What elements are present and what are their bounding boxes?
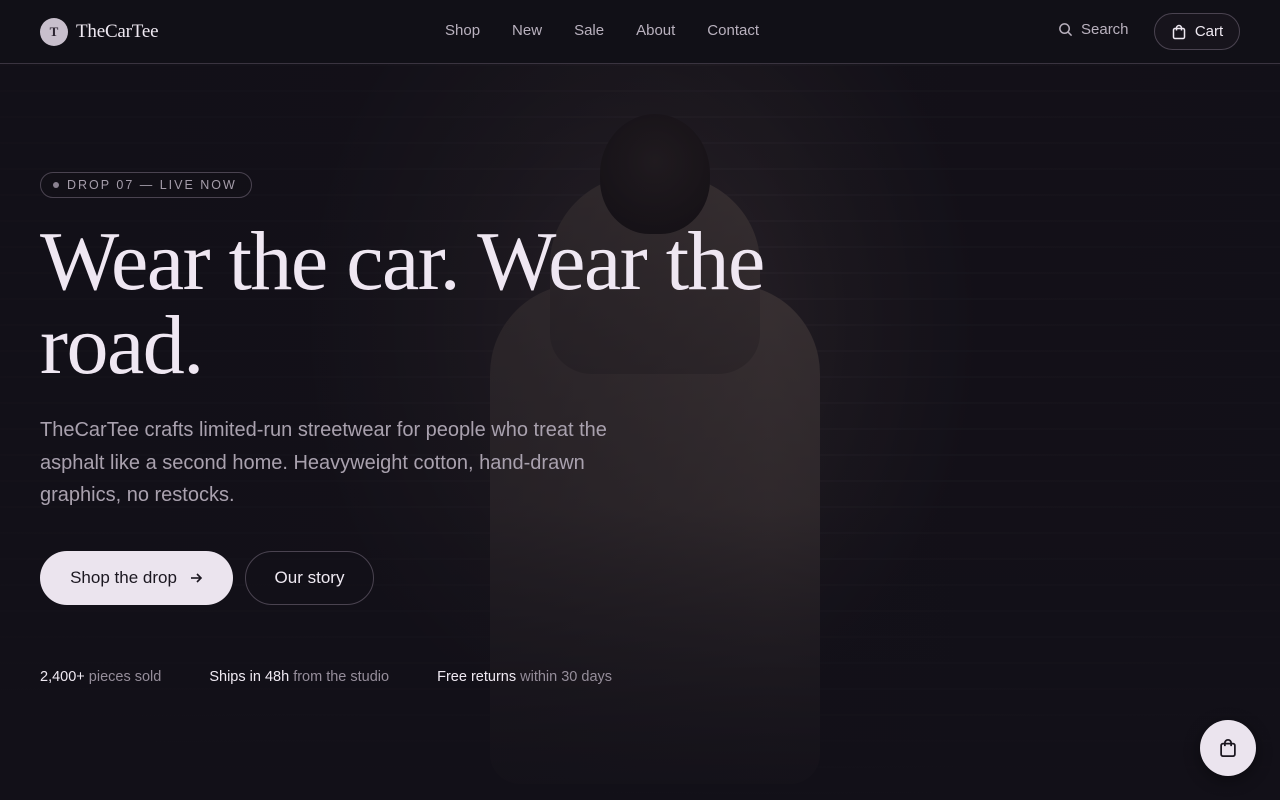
nav-item-new[interactable]: New bbox=[512, 22, 542, 39]
search-label: Search bbox=[1081, 21, 1129, 38]
nav-item-sale[interactable]: Sale bbox=[574, 22, 604, 39]
shopping-bag-icon bbox=[1172, 24, 1186, 39]
stat-shipping: Ships in 48h from the studio bbox=[209, 669, 389, 685]
nav-item-contact[interactable]: Contact bbox=[707, 22, 759, 39]
shop-the-drop-button[interactable]: Shop the drop bbox=[40, 551, 233, 605]
headline-line-2: road. bbox=[40, 299, 204, 392]
hero-description: TheCarTee crafts limited-run streetwear … bbox=[40, 419, 607, 506]
drop-badge: DROP 07 — LIVE NOW bbox=[40, 172, 252, 198]
shopping-bag-icon bbox=[1220, 739, 1236, 757]
headline-line-1: Wear the car. Wear the bbox=[40, 215, 765, 308]
stat-caption: within 30 days bbox=[520, 669, 613, 685]
search-icon bbox=[1059, 23, 1073, 37]
drop-badge-label: DROP 07 — LIVE NOW bbox=[67, 178, 237, 192]
nav-item-about[interactable]: About bbox=[636, 22, 675, 39]
brand-name: TheCarTee bbox=[76, 21, 159, 42]
main-nav: Shop New Sale About Contact bbox=[445, 22, 759, 39]
nav-item-shop[interactable]: Shop bbox=[445, 22, 480, 39]
hero-stats: 2,400+ pieces sold Ships in 48h from the… bbox=[40, 669, 612, 685]
stat-value: 2,400+ bbox=[40, 669, 85, 685]
stat-caption: from the studio bbox=[293, 669, 390, 685]
hero-headline: Wear the car. Wear the road. bbox=[40, 220, 840, 388]
stat-value: Ships in 48h bbox=[209, 669, 290, 685]
cart-label: Cart bbox=[1194, 23, 1224, 40]
stat-returns: Free returns within 30 days bbox=[437, 669, 612, 685]
brand-mark-icon: T bbox=[40, 18, 68, 46]
live-dot-icon bbox=[53, 182, 59, 188]
cart-button[interactable]: Cart bbox=[1154, 13, 1240, 50]
our-story-button[interactable]: Our story bbox=[245, 551, 374, 605]
search-button[interactable]: Search bbox=[1058, 21, 1129, 38]
top-nav-bar: T TheCarTee Shop New Sale About Contact … bbox=[0, 0, 1280, 64]
shop-the-drop-label: Shop the drop bbox=[70, 568, 177, 587]
stat-value: Free returns bbox=[437, 669, 517, 685]
brand-logo[interactable]: T TheCarTee bbox=[40, 18, 159, 46]
stat-caption: pieces sold bbox=[88, 669, 162, 685]
our-story-label: Our story bbox=[274, 568, 345, 587]
floating-cart-button[interactable] bbox=[1200, 720, 1256, 776]
stat-pieces-sold: 2,400+ pieces sold bbox=[40, 669, 161, 685]
arrow-right-icon bbox=[190, 573, 203, 583]
